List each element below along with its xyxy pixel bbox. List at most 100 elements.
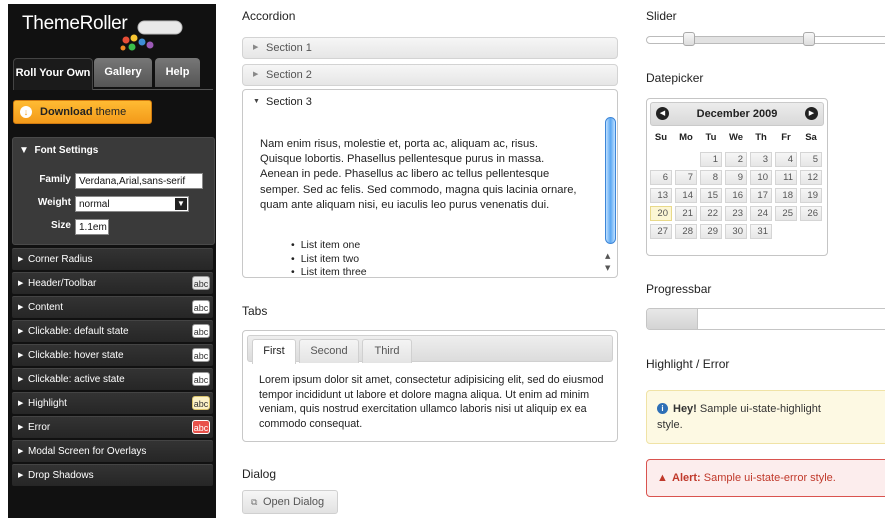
tab-first[interactable]: First [252,339,296,364]
calendar-day[interactable]: 15 [700,188,722,203]
weekday-label: Tu [705,132,717,143]
sidebar-section-row[interactable]: ▶ Error abc [12,416,213,438]
calendar-day[interactable]: 30 [725,224,747,239]
calendar-day[interactable]: 20 [650,206,672,221]
calendar-day[interactable]: 3 [750,152,772,167]
color-swatch-button[interactable]: abc [192,324,210,338]
calendar-day[interactable]: 24 [750,206,772,221]
calendar-day[interactable]: 4 [775,152,797,167]
paint-palette-icon [120,20,183,51]
error-text: Alert: Sample ui-state-error style. [672,472,836,484]
calendar-day[interactable]: 26 [800,206,822,221]
triangle-right-icon: ▶ [18,352,24,359]
sidebar-section-row[interactable]: ▶ Clickable: default state abc [12,320,213,342]
tab-gallery[interactable]: Gallery [94,58,152,87]
triangle-right-icon: ▶ [253,44,259,51]
datepicker-title: Datepicker [646,71,704,85]
accordion-section-3-panel: ▼ Section 3 Nam enim risus, molestie et,… [242,89,618,278]
slider-handle-min[interactable] [682,32,695,46]
accordion-section-3[interactable]: ▼ Section 3 [243,90,617,114]
accordion-scrollbar[interactable]: ▲ ▼ [603,112,617,277]
slider-title: Slider [646,9,677,23]
calendar-day[interactable]: 10 [750,170,772,185]
progressbar [646,308,885,330]
sidebar-section-row[interactable]: ▶ Header/Toolbar abc [12,272,213,294]
calendar-day[interactable]: 9 [725,170,747,185]
weekday-label: Su [654,132,668,143]
calendar-day[interactable]: 11 [775,170,797,185]
tabs-widget: First Second Third Lorem ipsum dolor sit… [242,330,618,442]
color-swatch-button[interactable]: abc [192,420,210,434]
tabs-title: Tabs [242,304,268,318]
open-dialog-button[interactable]: ⧉ Open Dialog [242,490,338,514]
sidebar-section-row[interactable]: ▶ Clickable: active state abc [12,368,213,390]
scroll-up-icon[interactable]: ▲ [605,252,610,260]
color-swatch-button[interactable]: abc [192,396,210,410]
tab-help[interactable]: Help [155,58,200,87]
color-swatch-button[interactable]: abc [192,348,210,362]
sidebar-section-label: Clickable: hover state [28,350,124,361]
calendar-day[interactable]: 29 [700,224,722,239]
tabs-bar: First Second Third [247,335,613,364]
weekday-label: Sa [805,132,817,143]
alert-icon: ▲ [657,472,668,484]
calendar-day[interactable]: 6 [650,170,672,185]
calendar-day[interactable]: 8 [700,170,722,185]
sidebar-section-row[interactable]: ▶ Highlight abc [12,392,213,414]
accordion-body-text: Nam enim risus, molestie et, porta ac, a… [260,138,577,211]
sidebar-section-row[interactable]: ▶ Content abc [12,296,213,318]
calendar-day[interactable]: 17 [750,188,772,203]
font-family-input[interactable]: Verdana,Arial,sans-serif [75,173,203,189]
calendar-day[interactable]: 1 [700,152,722,167]
calendar-day[interactable]: 31 [750,224,772,239]
weekday-label: Th [755,132,767,143]
color-swatch-button[interactable]: abc [192,276,210,290]
scrollbar-thumb[interactable] [605,117,616,244]
tab-second[interactable]: Second [299,339,359,363]
sidebar-section-label: Drop Shadows [28,470,94,481]
calendar-day[interactable]: 19 [800,188,822,203]
color-swatch-button[interactable]: abc [192,300,210,314]
font-size-input[interactable]: 1.1em [75,219,109,235]
font-settings-header[interactable]: ▼ Font Settings [19,145,98,156]
sidebar-section-row[interactable]: ▶ Drop Shadows [12,464,213,486]
list-item: List item two [291,253,367,267]
prev-month-icon[interactable]: ◀ [656,107,669,120]
calendar-day[interactable]: 28 [675,224,697,239]
font-weight-select[interactable]: normal ▼ [75,196,189,212]
accordion-section-1[interactable]: ▶ Section 1 [242,37,618,59]
scroll-down-icon[interactable]: ▼ [605,264,610,272]
dialog-title: Dialog [242,467,277,481]
tab-third[interactable]: Third [362,339,412,363]
next-month-icon[interactable]: ▶ [805,107,818,120]
download-arrow-icon: ↓ [20,106,32,118]
family-label: Family [39,174,71,185]
new-window-icon: ⧉ [251,497,258,507]
calendar-day[interactable]: 5 [800,152,822,167]
calendar-day[interactable]: 23 [725,206,747,221]
slider-range [688,37,809,43]
calendar-day[interactable]: 2 [725,152,747,167]
sidebar-section-row[interactable]: ▶ Corner Radius [12,248,213,270]
sidebar-section-label: Error [28,422,51,433]
calendar-day[interactable]: 16 [725,188,747,203]
color-swatch-button[interactable]: abc [192,372,210,386]
slider-handle-max[interactable] [802,32,815,46]
datepicker-month: December 2009 [696,108,778,120]
accordion-list: List item one List item two List item th… [291,239,367,280]
calendar-day[interactable]: 13 [650,188,672,203]
calendar-day[interactable]: 21 [675,206,697,221]
calendar-day[interactable]: 12 [800,170,822,185]
calendar-day[interactable]: 14 [675,188,697,203]
calendar-day[interactable]: 25 [775,206,797,221]
sidebar-section-row[interactable]: ▶ Clickable: hover state abc [12,344,213,366]
calendar-day[interactable]: 7 [675,170,697,185]
calendar-day[interactable]: 27 [650,224,672,239]
download-theme-button[interactable]: ↓ Download theme [13,100,152,124]
calendar-day[interactable]: 18 [775,188,797,203]
error-box: ▲ Alert: Sample ui-state-error style. [646,459,885,497]
sidebar-section-row[interactable]: ▶ Modal Screen for Overlays [12,440,213,462]
tab-roll-your-own[interactable]: Roll Your Own [13,58,93,90]
accordion-section-2[interactable]: ▶ Section 2 [242,64,618,86]
calendar-day[interactable]: 22 [700,206,722,221]
